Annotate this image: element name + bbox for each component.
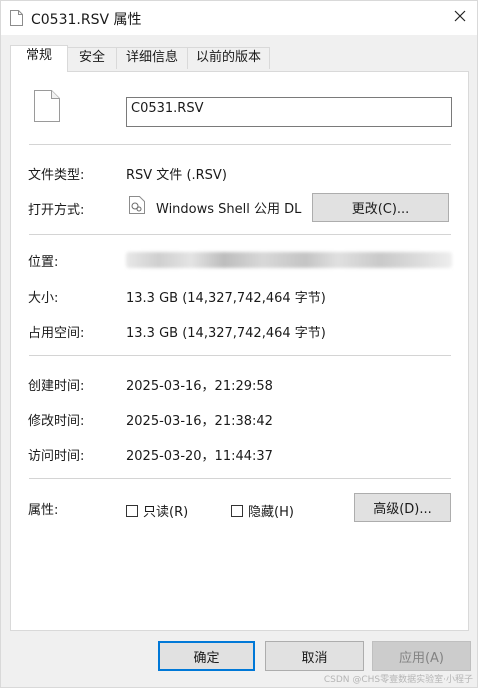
size-value: 13.3 GB (14,327,742,464 字节) [126, 291, 326, 306]
app-icon [129, 196, 145, 218]
tab-previous-versions[interactable]: 以前的版本 [187, 47, 270, 69]
readonly-label: 只读(R) [143, 505, 189, 520]
modified-value: 2025-03-16，21:38:42 [126, 414, 273, 429]
modified-label: 修改时间: [28, 414, 85, 429]
readonly-checkbox-box[interactable] [126, 504, 138, 517]
divider [29, 234, 451, 235]
divider [29, 355, 451, 356]
file-type-label: 文件类型: [28, 168, 85, 183]
file-type-value: RSV 文件 (.RSV) [126, 168, 227, 183]
properties-dialog: C0531.RSV 属性 常规 安全 详细信息 以前的版本 C0531.RSV … [0, 0, 478, 688]
general-panel: C0531.RSV 文件类型: RSV 文件 (.RSV) 打开方式: Wind… [10, 71, 469, 631]
divider [29, 144, 451, 145]
divider [29, 478, 451, 479]
accessed-label: 访问时间: [28, 449, 85, 464]
location-label: 位置: [28, 255, 59, 270]
created-value: 2025-03-16，21:29:58 [126, 379, 273, 394]
apply-button[interactable]: 应用(A) [372, 641, 471, 671]
tab-general[interactable]: 常规 [10, 45, 68, 72]
opens-with-value: Windows Shell 公用 DL [156, 202, 302, 217]
location-value-redacted [126, 252, 452, 268]
hidden-label: 隐藏(H) [248, 505, 294, 520]
advanced-button[interactable]: 高级(D)... [354, 493, 451, 522]
cancel-button[interactable]: 取消 [265, 641, 364, 671]
tab-security[interactable]: 安全 [67, 47, 117, 69]
size-on-disk-value: 13.3 GB (14,327,742,464 字节) [126, 326, 326, 341]
opens-with-label: 打开方式: [28, 203, 85, 218]
file-icon [10, 10, 23, 26]
file-name-field[interactable]: C0531.RSV [126, 97, 452, 127]
attributes-label: 属性: [28, 503, 59, 518]
window-title: C0531.RSV 属性 [31, 12, 142, 28]
ok-button[interactable]: 确定 [158, 641, 255, 671]
size-label: 大小: [28, 291, 59, 306]
accessed-value: 2025-03-20，11:44:37 [126, 449, 273, 464]
hidden-checkbox-box[interactable] [231, 504, 243, 517]
readonly-checkbox[interactable]: 只读(R) [126, 501, 188, 520]
document-icon [34, 90, 60, 126]
watermark: CSDN @CHS零壹数据实验室·小程子 [323, 675, 473, 685]
size-on-disk-label: 占用空间: [28, 326, 85, 341]
tab-details[interactable]: 详细信息 [116, 47, 188, 69]
close-button[interactable] [447, 5, 473, 31]
change-button[interactable]: 更改(C)... [312, 193, 449, 222]
close-icon [454, 10, 466, 26]
hidden-checkbox[interactable]: 隐藏(H) [231, 501, 294, 520]
created-label: 创建时间: [28, 379, 85, 394]
title-bar[interactable]: C0531.RSV 属性 [1, 1, 477, 35]
